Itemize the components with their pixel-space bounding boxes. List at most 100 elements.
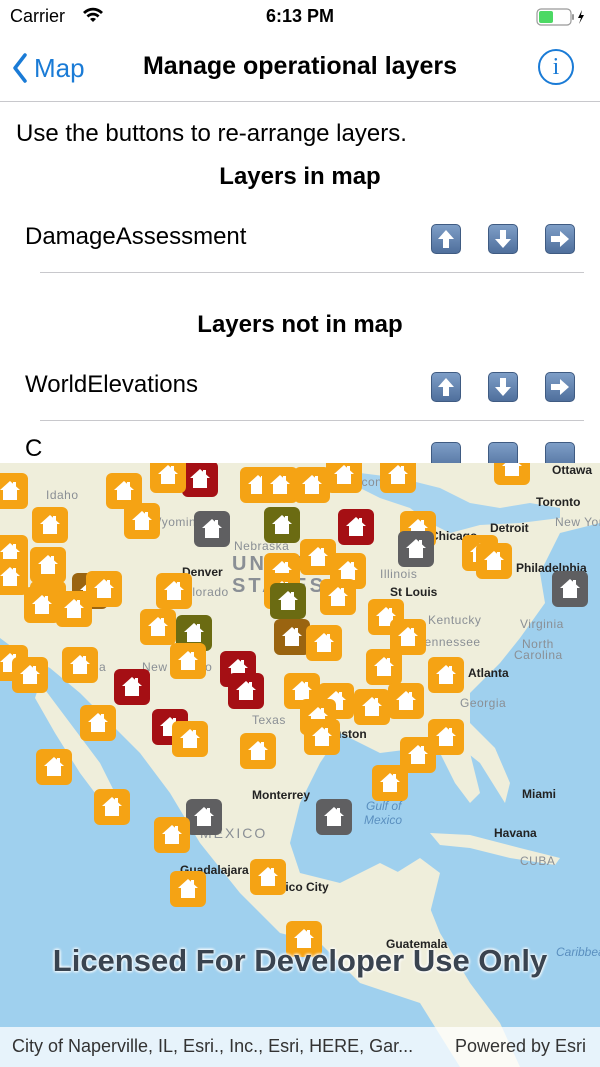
house-icon xyxy=(282,627,302,646)
map-view[interactable]: Ottawa Toronto New York Detroit Chicago … xyxy=(0,463,600,1067)
house-icon xyxy=(178,879,198,898)
damage-marker-orange[interactable] xyxy=(262,467,298,503)
damage-marker-orange[interactable] xyxy=(304,719,340,755)
map-label: Kentucky xyxy=(428,613,482,627)
map-label: Texas xyxy=(252,713,286,727)
damage-marker-gray[interactable] xyxy=(194,511,230,547)
damage-marker-orange[interactable] xyxy=(476,543,512,579)
damage-marker-orange[interactable] xyxy=(80,705,116,741)
house-icon xyxy=(388,465,408,484)
damage-marker-orange[interactable] xyxy=(154,817,190,853)
move-up-button[interactable] xyxy=(431,372,461,402)
damage-marker-red[interactable] xyxy=(182,463,218,497)
arrow-down-icon xyxy=(495,230,511,248)
damage-marker-orange[interactable] xyxy=(170,643,206,679)
powered-by-esri: Powered by Esri xyxy=(454,1036,586,1056)
damage-marker-gray[interactable] xyxy=(398,531,434,567)
house-icon xyxy=(346,517,366,536)
add-to-map-button[interactable] xyxy=(545,372,575,402)
damage-marker-orange[interactable] xyxy=(170,871,206,907)
damage-marker-orange[interactable] xyxy=(150,463,186,493)
layer-row: DamageAssessment xyxy=(0,203,600,273)
map-label: Ottawa xyxy=(552,463,593,477)
damage-marker-orange[interactable] xyxy=(94,789,130,825)
damage-marker-orange[interactable] xyxy=(36,749,72,785)
damage-marker-orange[interactable] xyxy=(326,463,362,493)
damage-marker-orange[interactable] xyxy=(172,721,208,757)
damage-marker-orange[interactable] xyxy=(140,609,176,645)
damage-marker-orange[interactable] xyxy=(32,507,68,543)
map-label: CUBA xyxy=(520,854,556,868)
house-icon xyxy=(484,551,504,570)
back-button[interactable]: Map xyxy=(12,50,85,86)
damage-marker-orange[interactable] xyxy=(12,657,48,693)
map-label: Illinois xyxy=(380,567,418,581)
damage-marker-orange[interactable] xyxy=(320,579,356,615)
house-icon xyxy=(272,515,292,534)
map-label: Georgia xyxy=(460,696,507,710)
house-icon xyxy=(122,677,142,696)
damage-marker-orange[interactable] xyxy=(428,657,464,693)
house-icon xyxy=(278,591,298,610)
damage-marker-olive[interactable] xyxy=(264,507,300,543)
back-button-label: Map xyxy=(34,52,85,83)
damage-marker-orange[interactable] xyxy=(156,573,192,609)
damage-marker-brown[interactable] xyxy=(274,619,310,655)
remove-from-map-button[interactable] xyxy=(545,224,575,254)
damage-marker-orange[interactable] xyxy=(0,473,28,509)
damage-marker-olive[interactable] xyxy=(270,583,306,619)
house-icon xyxy=(162,825,182,844)
house-icon xyxy=(398,627,418,646)
map-label: Miami xyxy=(522,787,557,801)
layers-in-map-header: Layers in map xyxy=(219,163,381,190)
damage-marker-gray[interactable] xyxy=(316,799,352,835)
damage-marker-orange[interactable] xyxy=(306,625,342,661)
house-icon xyxy=(0,567,20,586)
damage-marker-orange[interactable] xyxy=(494,463,530,485)
damage-marker-red[interactable] xyxy=(338,509,374,545)
damage-marker-orange[interactable] xyxy=(62,647,98,683)
damage-marker-orange[interactable] xyxy=(354,689,390,725)
damage-marker-orange[interactable] xyxy=(56,591,92,627)
house-icon xyxy=(102,797,122,816)
navigation-bar: Map Manage operational layers i xyxy=(0,34,600,102)
damage-marker-orange[interactable] xyxy=(388,683,424,719)
house-icon xyxy=(158,465,178,484)
move-down-button[interactable] xyxy=(488,224,518,254)
house-icon xyxy=(236,681,256,700)
attribution-bar[interactable]: City of Naperville, IL, Esri., Inc., Esr… xyxy=(0,1027,600,1067)
house-icon xyxy=(324,807,344,826)
damage-marker-orange[interactable] xyxy=(24,587,60,623)
damage-marker-orange[interactable] xyxy=(30,547,66,583)
damage-marker-orange[interactable] xyxy=(124,503,160,539)
damage-marker-orange[interactable] xyxy=(286,921,322,957)
battery-icon xyxy=(536,8,584,26)
layers-not-in-map-header: Layers not in map xyxy=(197,311,403,338)
map-label: Toronto xyxy=(536,495,581,509)
damage-marker-orange[interactable] xyxy=(366,649,402,685)
damage-marker-orange[interactable] xyxy=(250,859,286,895)
attribution-text[interactable]: City of Naperville, IL, Esri., Inc., Esr… xyxy=(12,1036,413,1057)
damage-marker-red[interactable] xyxy=(228,673,264,709)
move-up-button[interactable] xyxy=(431,224,461,254)
map-label: New York xyxy=(555,515,600,529)
house-icon xyxy=(502,463,522,476)
house-icon xyxy=(202,519,222,538)
house-icon xyxy=(312,727,332,746)
damage-marker-red[interactable] xyxy=(114,669,150,705)
damage-marker-gray[interactable] xyxy=(552,571,588,607)
layer-name: C xyxy=(25,435,43,462)
house-icon xyxy=(248,741,268,760)
damage-marker-orange[interactable] xyxy=(372,765,408,801)
layer-row: WorldElevations xyxy=(0,351,600,421)
move-down-button[interactable] xyxy=(488,372,518,402)
arrow-right-icon xyxy=(551,231,569,247)
info-button[interactable]: i xyxy=(538,49,574,85)
damage-marker-gray[interactable] xyxy=(186,799,222,835)
house-icon xyxy=(194,807,214,826)
damage-marker-orange[interactable] xyxy=(294,467,330,503)
damage-marker-orange[interactable] xyxy=(380,463,416,493)
house-icon xyxy=(132,511,152,530)
damage-marker-orange[interactable] xyxy=(240,733,276,769)
map-label: Guatemala xyxy=(386,937,448,951)
